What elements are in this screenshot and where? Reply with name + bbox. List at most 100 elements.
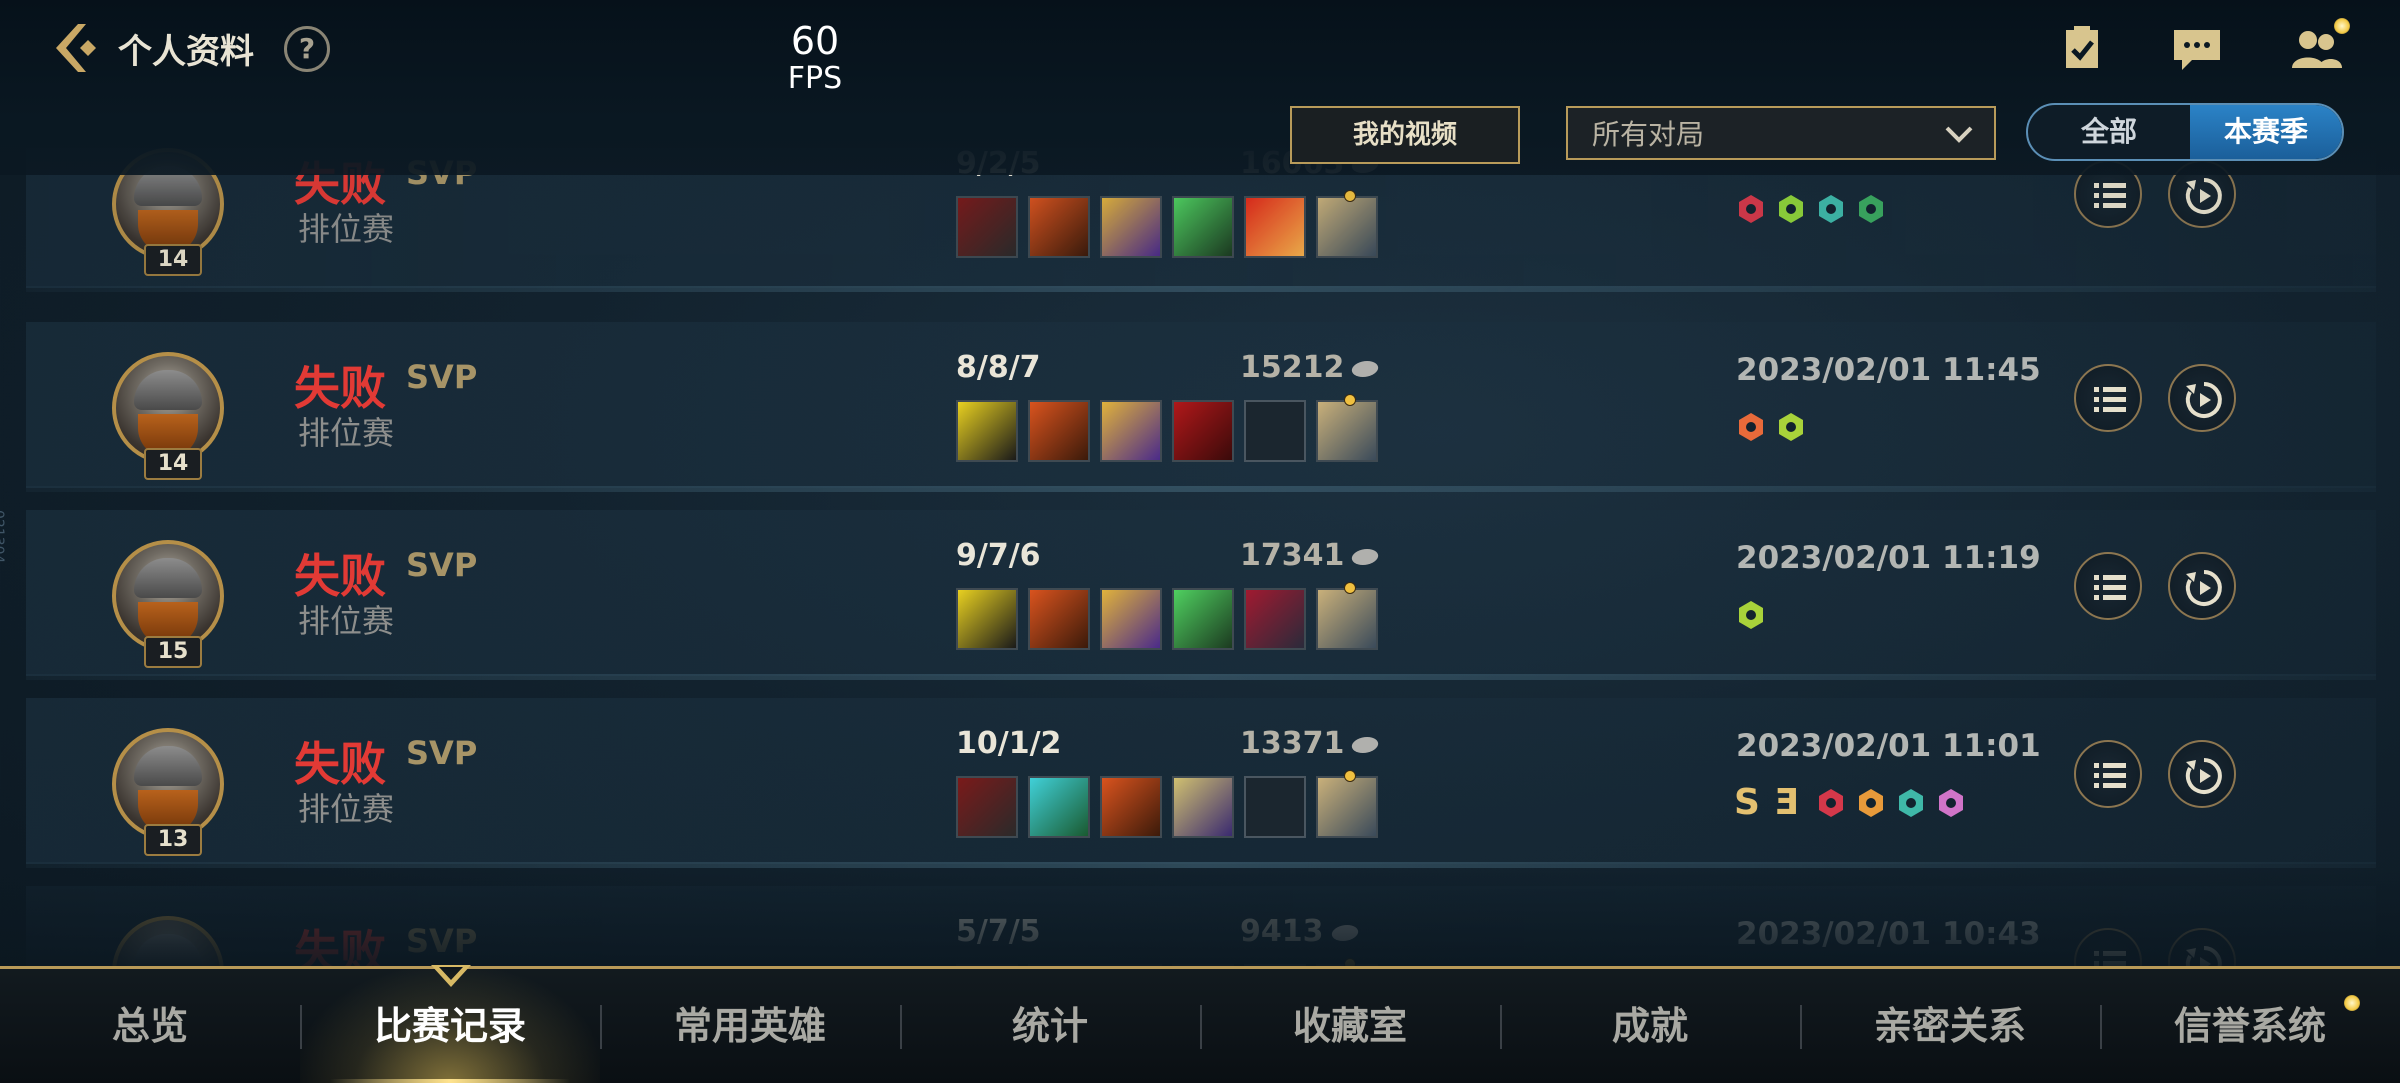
item-icon[interactable]	[956, 400, 1018, 462]
my-video-button[interactable]: 我的视频	[1290, 106, 1520, 164]
fps-counter: 60 FPS	[760, 20, 870, 96]
details-list-icon	[2094, 575, 2126, 600]
replay-button[interactable]	[2168, 552, 2236, 620]
gold-amount: 17341	[1240, 538, 1345, 573]
tasks-icon[interactable]	[2058, 24, 2106, 72]
item-icon[interactable]	[1028, 196, 1090, 258]
match-details-button[interactable]	[2074, 364, 2142, 432]
season-toggle[interactable]: 全部 本赛季	[2026, 103, 2344, 161]
item-icon[interactable]	[1172, 776, 1234, 838]
gold-value: 17341	[1240, 538, 1381, 573]
tab-achievements[interactable]: 成就	[1500, 969, 1800, 1083]
item-icon[interactable]	[1100, 400, 1162, 462]
match-details-button[interactable]	[2074, 552, 2142, 620]
item-icon[interactable]	[1244, 588, 1306, 650]
item-icon[interactable]	[1100, 776, 1162, 838]
replay-button[interactable]	[2168, 740, 2236, 808]
toggle-this-season[interactable]: 本赛季	[2190, 105, 2342, 159]
badge-icon	[1739, 601, 1763, 629]
match-filter-select[interactable]: 所有对局	[1566, 106, 1996, 160]
replay-button[interactable]	[2168, 364, 2236, 432]
champion-level: 13	[144, 824, 202, 856]
item-icon[interactable]	[1028, 588, 1090, 650]
details-list-icon	[2094, 183, 2126, 208]
help-icon[interactable]: ?	[284, 26, 330, 72]
upgrade-dot	[1344, 394, 1356, 406]
tab-match-history[interactable]: 比赛记录	[300, 969, 600, 1083]
tab-overview[interactable]: 总览	[0, 969, 300, 1083]
gold-value: 15212	[1240, 350, 1381, 385]
item-icon[interactable]	[956, 196, 1018, 258]
badge-icon	[1859, 195, 1883, 223]
avatar-helmet	[134, 558, 202, 598]
gold-coin-icon	[1350, 548, 1381, 565]
replay-icon	[2185, 758, 2222, 794]
rank-letter-badge: S	[1734, 782, 1760, 823]
upgrade-dot	[1344, 190, 1356, 202]
rank-letter-badge: Ǝ	[1774, 782, 1799, 823]
chat-icon[interactable]	[2172, 28, 2220, 76]
gold-amount: 13371	[1240, 726, 1345, 761]
item-icon[interactable]	[1028, 400, 1090, 462]
tab-collection[interactable]: 收藏室	[1200, 969, 1500, 1083]
replay-icon	[2185, 178, 2222, 214]
match-row[interactable]: 15 失败 SVP 排位赛 9/7/6 17341 2023/02/01 11:19	[26, 510, 2376, 680]
notification-dot	[2344, 995, 2360, 1011]
avatar-helmet	[134, 370, 202, 410]
bottom-nav: 总览 比赛记录 常用英雄 统计 收藏室 成就 亲密关系 信誉系统	[0, 965, 2400, 1083]
chevron-down-icon	[1945, 126, 1973, 143]
match-filter-value: 所有对局	[1592, 118, 1705, 151]
gold-coin-icon	[1350, 360, 1381, 377]
empty-item-slot[interactable]	[1244, 776, 1306, 838]
replay-icon	[2185, 570, 2222, 606]
match-date: 2023/02/01 11:19	[1736, 540, 2041, 576]
kda-value: 9/7/6	[956, 538, 1041, 573]
svp-badge: SVP	[406, 358, 478, 396]
badge-icon	[1819, 195, 1843, 223]
item-icon[interactable]	[956, 776, 1018, 838]
trinket-item-icon[interactable]	[1316, 190, 1378, 258]
svp-badge: SVP	[406, 734, 478, 772]
page-title: 个人资料	[118, 32, 254, 72]
back-button[interactable]	[48, 18, 104, 78]
tab-relationships[interactable]: 亲密关系	[1800, 969, 2100, 1083]
list-fade	[0, 870, 2400, 966]
upgrade-dot	[1344, 770, 1356, 782]
avatar-helmet	[134, 746, 202, 786]
badge-icon	[1939, 789, 1963, 817]
badge-icon	[1859, 789, 1883, 817]
upgrade-dot	[1344, 582, 1356, 594]
tab-champions[interactable]: 常用英雄	[600, 969, 900, 1083]
item-icon[interactable]	[1028, 776, 1090, 838]
item-icon[interactable]	[1244, 196, 1306, 258]
game-mode: 排位赛	[298, 414, 395, 452]
match-details-button[interactable]	[2074, 740, 2142, 808]
item-icon[interactable]	[1100, 196, 1162, 258]
tab-honor-system[interactable]: 信誉系统	[2100, 969, 2400, 1083]
champion-level: 14	[144, 448, 202, 480]
empty-item-slot[interactable]	[1244, 400, 1306, 462]
watermark-text: 021304	[0, 510, 6, 564]
item-icon[interactable]	[1172, 196, 1234, 258]
badge-icon	[1739, 195, 1763, 223]
game-mode: 排位赛	[298, 790, 395, 828]
trinket-item-icon[interactable]	[1316, 394, 1378, 462]
match-row[interactable]: 13 失败 SVP 排位赛 10/1/2 13371 2023/02/01 11:01 S Ǝ	[26, 698, 2376, 868]
gold-value: 13371	[1240, 726, 1381, 761]
champion-level: 14	[144, 244, 202, 276]
item-icon[interactable]	[1172, 400, 1234, 462]
badge-icon	[1779, 195, 1803, 223]
item-icon[interactable]	[1172, 588, 1234, 650]
toggle-all[interactable]: 全部	[2028, 105, 2190, 159]
trinket-item-icon[interactable]	[1316, 582, 1378, 650]
match-row[interactable]: 14 失败 SVP 排位赛 8/8/7 15212 2023/02/01 11:45	[26, 322, 2376, 492]
details-list-icon	[2094, 387, 2126, 412]
badge-icon	[1739, 413, 1763, 441]
item-icon[interactable]	[956, 588, 1018, 650]
tab-stats[interactable]: 统计	[900, 969, 1200, 1083]
gold-coin-icon	[1350, 736, 1381, 753]
fps-unit: FPS	[787, 61, 843, 96]
badge-icon	[1819, 789, 1843, 817]
item-icon[interactable]	[1100, 588, 1162, 650]
trinket-item-icon[interactable]	[1316, 770, 1378, 838]
